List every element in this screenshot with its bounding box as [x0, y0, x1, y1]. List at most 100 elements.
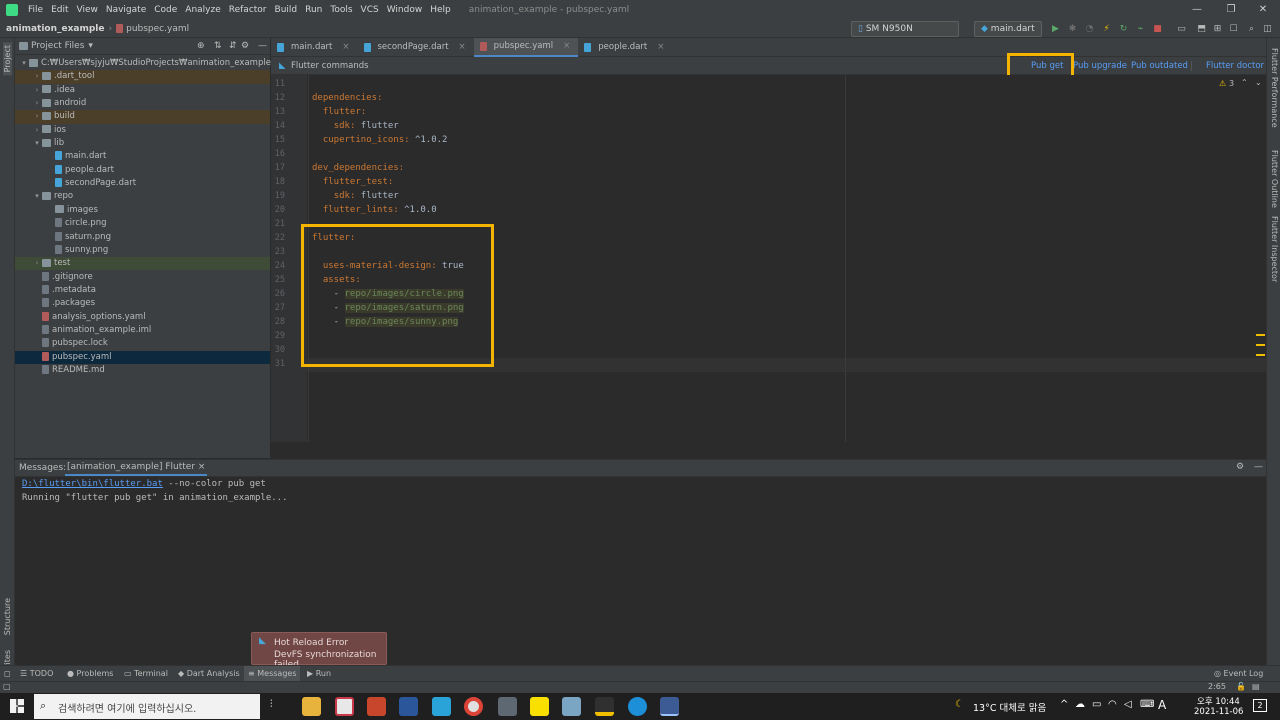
pub-outdated-link[interactable]: Pub outdated — [1131, 57, 1188, 75]
sdk-manager-icon[interactable]: ⬒ — [1196, 24, 1207, 35]
tree-item[interactable]: circle.png — [15, 217, 270, 230]
tree-item[interactable]: .gitignore — [15, 271, 270, 284]
warning-icon[interactable]: ⚠ — [1219, 79, 1226, 88]
stop-icon[interactable]: ■ — [1152, 24, 1163, 35]
event-log-button[interactable]: ◎ Event Log — [1214, 666, 1263, 682]
tree-item[interactable]: animation_example.iml — [15, 324, 270, 337]
menu-vcs[interactable]: VCS — [357, 5, 383, 15]
windows-start-icon[interactable] — [10, 699, 24, 713]
hide-icon[interactable]: — — [1254, 462, 1263, 472]
run-icon[interactable]: ▶ — [1050, 24, 1061, 35]
chevron-right-icon[interactable]: › — [32, 124, 42, 137]
layout-inspector-icon[interactable]: ⊞ — [1212, 24, 1223, 35]
file-explorer-icon[interactable] — [302, 697, 321, 716]
tab-secondpage-dart[interactable]: secondPage.dart × — [358, 38, 474, 57]
expand-all-icon[interactable]: ⇵ — [229, 41, 237, 51]
close-tab-icon[interactable]: × — [657, 38, 664, 57]
kakaotalk-icon[interactable] — [530, 697, 549, 716]
tree-item[interactable]: analysis_options.yaml — [15, 311, 270, 324]
tab-people-dart[interactable]: people.dart × — [578, 38, 672, 57]
flutter-doctor-link[interactable]: Flutter doctor — [1206, 57, 1264, 75]
hide-icon[interactable]: — — [258, 41, 267, 51]
tab-pubspec-yaml[interactable]: pubspec.yaml × — [473, 37, 579, 57]
app-icon[interactable] — [562, 697, 581, 716]
volume-icon[interactable]: ◁ — [1124, 699, 1132, 710]
tool-problems[interactable]: ● Problems — [67, 666, 113, 682]
close-button[interactable]: ✕ — [1246, 0, 1280, 20]
menu-tools[interactable]: Tools — [326, 5, 356, 15]
chevron-up-icon[interactable]: ^ — [1060, 699, 1068, 710]
tree-item[interactable]: .packages — [15, 297, 270, 310]
menu-build[interactable]: Build — [271, 5, 302, 15]
tree-item[interactable]: › .dart_tool — [15, 70, 270, 84]
task-view-icon[interactable]: ⫶ — [270, 699, 273, 710]
onedrive-icon[interactable]: ☁ — [1075, 699, 1085, 710]
notifications-icon[interactable]: 2 — [1253, 699, 1267, 712]
battery-icon[interactable]: ▭ — [1092, 699, 1101, 710]
tree-item[interactable]: sunny.png — [15, 244, 270, 257]
tool-terminal[interactable]: ▭ Terminal — [124, 666, 168, 682]
code-line[interactable]: flutter_lints: ^1.0.0 — [312, 205, 437, 215]
menu-refactor[interactable]: Refactor — [225, 5, 271, 15]
tree-item[interactable]: secondPage.dart — [15, 177, 270, 190]
hot-reload-icon[interactable]: ⚡ — [1101, 24, 1112, 35]
menu-code[interactable]: Code — [150, 5, 181, 15]
warning-marker[interactable] — [1256, 344, 1265, 346]
code-line[interactable]: sdk: flutter — [312, 121, 399, 131]
cursor-position[interactable]: 2:65 — [1208, 682, 1226, 691]
menu-file[interactable]: File — [24, 5, 47, 15]
project-tool-button[interactable]: Project — [3, 42, 12, 76]
close-tab-icon[interactable]: × — [563, 37, 570, 56]
profile-icon[interactable]: ◔ — [1084, 24, 1095, 35]
chevron-right-icon[interactable]: › — [32, 97, 42, 110]
locate-icon[interactable]: ⊕ — [197, 41, 205, 51]
flutter-inspector-tool-button[interactable]: Flutter Inspector — [1270, 216, 1279, 282]
ime-mode[interactable]: A — [1158, 698, 1166, 712]
lock-icon[interactable]: 🔓 — [1236, 682, 1246, 691]
network-icon[interactable]: ◠ — [1108, 699, 1117, 710]
breadcrumb-file[interactable]: pubspec.yaml — [126, 24, 189, 34]
code-line[interactable]: flutter_test: — [312, 177, 393, 187]
tool-run[interactable]: ▶ Run — [307, 666, 331, 682]
menu-view[interactable]: View — [73, 5, 102, 15]
chevron-down-icon[interactable]: ▾ — [88, 41, 93, 51]
code-line[interactable]: sdk: flutter — [312, 191, 399, 201]
debug-icon[interactable]: ✱ — [1067, 24, 1078, 35]
tree-item[interactable]: ▾ repo — [15, 190, 270, 203]
assistant-icon[interactable]: ◫ — [1262, 24, 1273, 35]
breadcrumb-project[interactable]: animation_example — [0, 24, 105, 34]
search-everywhere-icon[interactable]: ⌕ — [1246, 24, 1257, 35]
tool-todo[interactable]: ☰ TODO — [20, 666, 53, 682]
tree-item[interactable]: › .idea — [15, 84, 270, 97]
chevron-down-icon[interactable]: ▾ — [32, 137, 42, 150]
tree-item[interactable]: ▾ lib — [15, 137, 270, 150]
tree-item[interactable]: README.md — [15, 364, 270, 377]
menu-edit[interactable]: Edit — [47, 5, 72, 15]
device-selector[interactable]: ▯ SM N950N (mobile) ▾ — [851, 21, 959, 48]
messages-tab[interactable]: [animation_example] Flutter × — [65, 462, 208, 476]
tree-item[interactable]: main.dart — [15, 150, 270, 163]
tree-item[interactable]: › test — [15, 257, 270, 271]
android-studio-taskbar-icon[interactable] — [660, 697, 679, 716]
code-line[interactable]: cupertino_icons: ^1.0.2 — [312, 135, 448, 145]
tree-item[interactable]: saturn.png — [15, 231, 270, 244]
memory-icon[interactable]: ▤ — [1252, 682, 1260, 691]
settings-sync-icon[interactable]: ☐ — [1228, 24, 1239, 35]
warning-marker[interactable] — [1256, 334, 1265, 336]
collapse-all-icon[interactable]: ⇅ — [214, 41, 222, 51]
tab-main-dart[interactable]: main.dart × — [271, 38, 358, 57]
menu-analyze[interactable]: Analyze — [181, 5, 224, 15]
tree-item[interactable]: › android — [15, 97, 270, 110]
chevron-right-icon[interactable]: › — [32, 257, 42, 270]
run-config-selector[interactable]: ◆ main.dart ▾ — [974, 21, 1042, 48]
weather-text[interactable]: 13°C 대체로 맑음 — [973, 700, 1046, 714]
tree-item[interactable]: pubspec.yaml — [15, 350, 270, 364]
code-line[interactable]: flutter: — [312, 107, 366, 117]
status-icon[interactable]: ◻ — [4, 666, 11, 682]
structure-tool-button[interactable]: Structure — [3, 598, 12, 635]
warning-marker[interactable] — [1256, 354, 1265, 356]
taskbar-search-box[interactable]: ⌕ 검색하려면 여기에 입력하십시오. — [34, 694, 260, 719]
chevron-down-icon[interactable]: ⌄ — [1255, 78, 1262, 87]
menu-navigate[interactable]: Navigate — [102, 5, 150, 15]
code-line[interactable]: dependencies: — [312, 93, 382, 103]
